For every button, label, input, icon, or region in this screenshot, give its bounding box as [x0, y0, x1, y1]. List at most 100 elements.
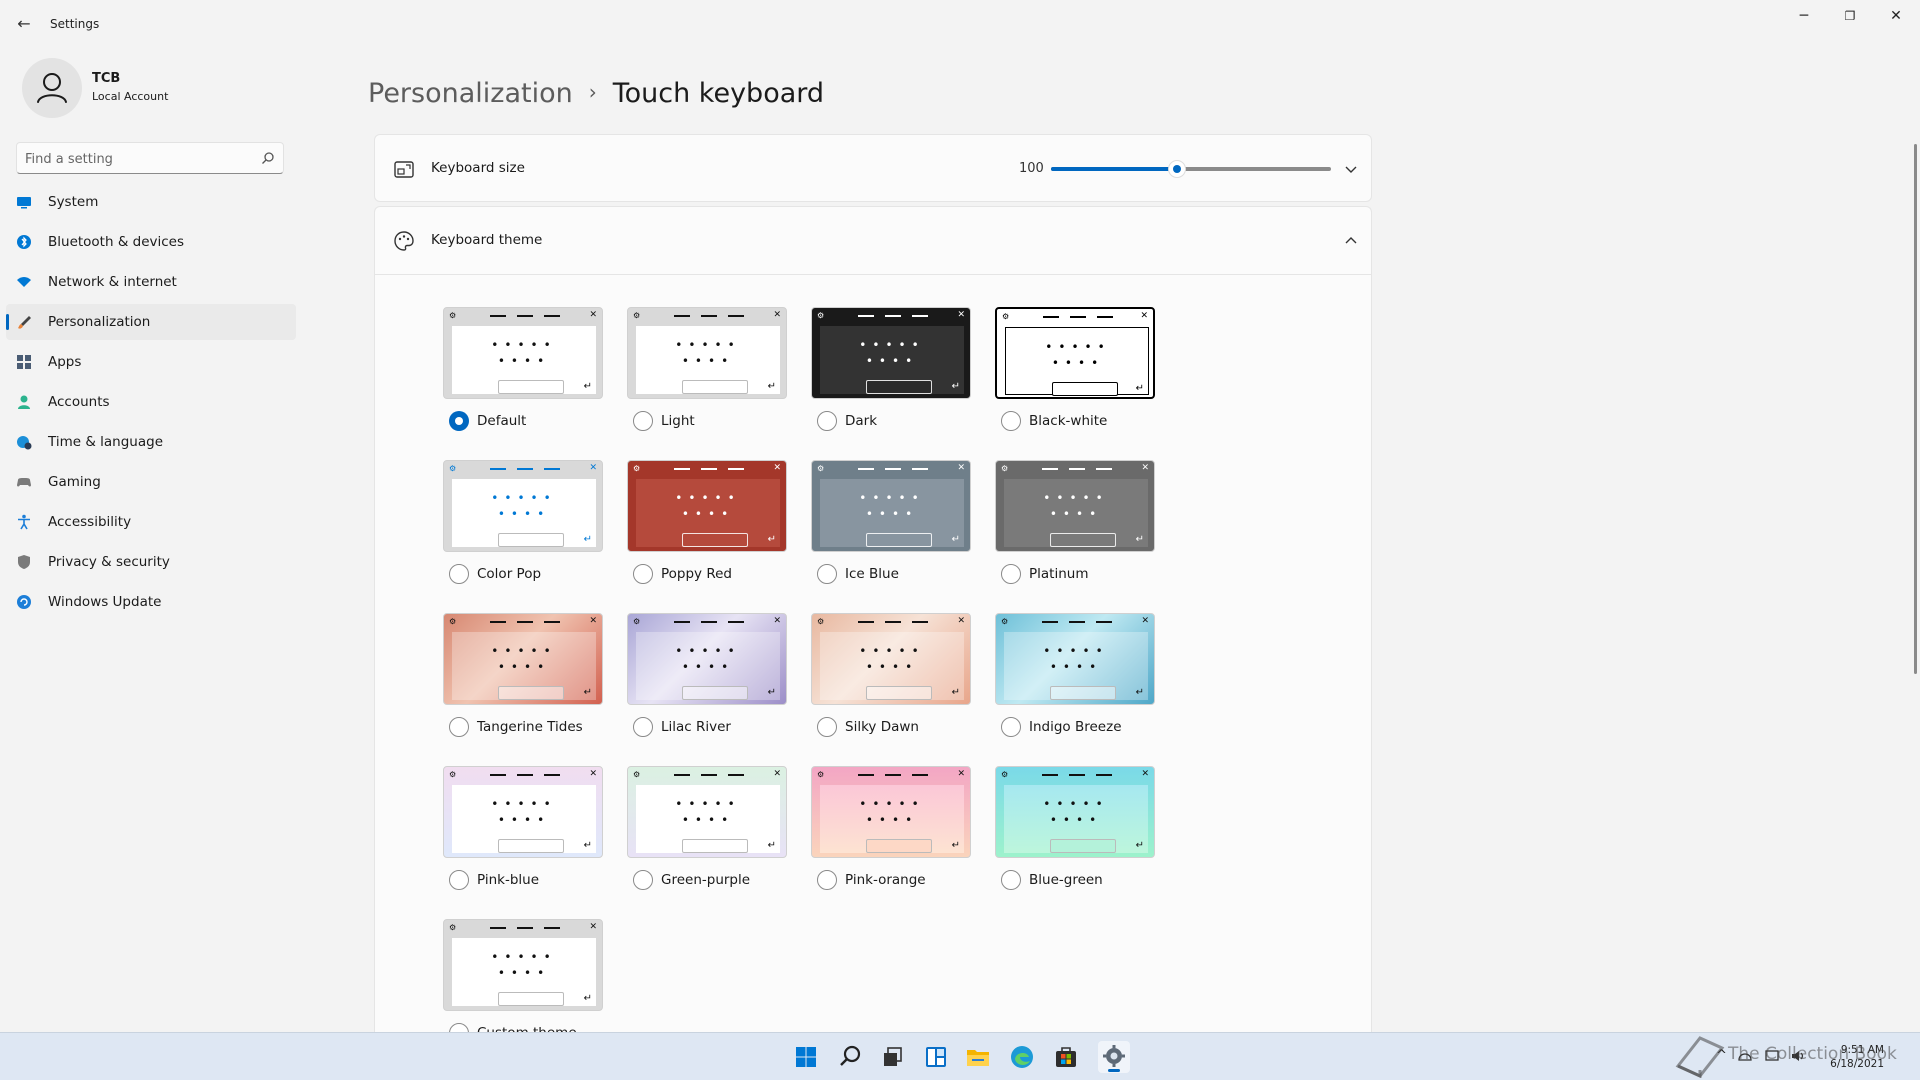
gear-icon: ⚙: [1001, 617, 1009, 626]
theme-radio[interactable]: [449, 411, 469, 431]
scrollbar[interactable]: [1914, 144, 1917, 674]
sidebar-item-privacy-security[interactable]: Privacy & security: [6, 544, 296, 580]
search-icon[interactable]: [261, 151, 275, 165]
slider-thumb[interactable]: [1168, 160, 1186, 178]
keyboard-theme-header[interactable]: Keyboard theme: [375, 207, 1371, 275]
theme-radio[interactable]: [633, 564, 653, 584]
sidebar-item-system[interactable]: System: [6, 184, 296, 220]
user-name: TCB: [92, 71, 121, 86]
theme-default[interactable]: ⚙ ✕ ••••• •••• ↵ Default: [443, 307, 603, 431]
theme-silky-dawn[interactable]: ⚙ ✕ ••••• •••• ↵ Silky Dawn: [811, 613, 971, 737]
close-button[interactable]: ✕: [1876, 6, 1916, 26]
sidebar-item-accounts[interactable]: Accounts: [6, 384, 296, 420]
keyboard-size-card[interactable]: Keyboard size 100: [374, 134, 1372, 202]
theme-radio[interactable]: [1001, 870, 1021, 890]
edge-icon[interactable]: [1006, 1041, 1038, 1073]
theme-radio[interactable]: [1001, 717, 1021, 737]
theme-radio[interactable]: [817, 870, 837, 890]
enter-icon: ↵: [951, 840, 960, 851]
theme-dark[interactable]: ⚙ ✕ ••••• •••• ↵ Dark: [811, 307, 971, 431]
settings-gear-icon[interactable]: [1098, 1041, 1130, 1073]
theme-indigo-breeze[interactable]: ⚙ ✕ ••••• •••• ↵ Indigo Breeze: [995, 613, 1155, 737]
theme-ice-blue[interactable]: ⚙ ✕ ••••• •••• ↵ Ice Blue: [811, 460, 971, 584]
theme-radio[interactable]: [449, 564, 469, 584]
theme-preview[interactable]: ⚙ ✕ ••••• •••• ↵: [811, 307, 971, 399]
theme-preview[interactable]: ⚙ ✕ ••••• •••• ↵: [627, 460, 787, 552]
chevron-up-icon[interactable]: [1343, 233, 1359, 249]
theme-radio[interactable]: [449, 717, 469, 737]
sidebar-item-label: Apps: [48, 354, 82, 370]
enter-icon: ↵: [583, 993, 592, 1004]
close-icon: ✕: [957, 616, 965, 626]
theme-preview[interactable]: ⚙ ✕ ••••• •••• ↵: [995, 613, 1155, 705]
sidebar-item-network-internet[interactable]: Network & internet: [6, 264, 296, 300]
theme-preview[interactable]: ⚙ ✕ ••••• •••• ↵: [995, 307, 1155, 399]
search-icon[interactable]: [834, 1041, 866, 1073]
search-input[interactable]: [25, 149, 245, 169]
theme-preview[interactable]: ⚙ ✕ ••••• •••• ↵: [443, 766, 603, 858]
close-icon: ✕: [1141, 463, 1149, 473]
sidebar-item-bluetooth-devices[interactable]: Bluetooth & devices: [6, 224, 296, 260]
theme-light[interactable]: ⚙ ✕ ••••• •••• ↵ Light: [627, 307, 787, 431]
theme-preview[interactable]: ⚙ ✕ ••••• •••• ↵: [443, 613, 603, 705]
theme-preview[interactable]: ⚙ ✕ ••••• •••• ↵: [627, 613, 787, 705]
theme-preview[interactable]: ⚙ ✕ ••••• •••• ↵: [995, 460, 1155, 552]
theme-lilac-river[interactable]: ⚙ ✕ ••••• •••• ↵ Lilac River: [627, 613, 787, 737]
start-icon[interactable]: [790, 1041, 822, 1073]
preview-dots-top: •••••: [859, 491, 925, 505]
back-arrow-icon[interactable]: ←: [14, 14, 34, 34]
breadcrumb-parent[interactable]: Personalization: [368, 78, 573, 109]
theme-preview[interactable]: ⚙ ✕ ••••• •••• ↵: [443, 919, 603, 1011]
theme-poppy-red[interactable]: ⚙ ✕ ••••• •••• ↵ Poppy Red: [627, 460, 787, 584]
theme-preview[interactable]: ⚙ ✕ ••••• •••• ↵: [443, 460, 603, 552]
theme-preview[interactable]: ⚙ ✕ ••••• •••• ↵: [443, 307, 603, 399]
sidebar-item-personalization[interactable]: Personalization: [6, 304, 296, 340]
theme-custom-theme[interactable]: ⚙✕•••••••••↵Custom theme: [443, 919, 603, 1043]
preview-dots-top: •••••: [859, 797, 925, 811]
theme-color-pop[interactable]: ⚙ ✕ ••••• •••• ↵ Color Pop: [443, 460, 603, 584]
theme-preview[interactable]: ⚙ ✕ ••••• •••• ↵: [811, 460, 971, 552]
sidebar-item-gaming[interactable]: Gaming: [6, 464, 296, 500]
theme-blue-green[interactable]: ⚙ ✕ ••••• •••• ↵ Blue-green: [995, 766, 1155, 890]
sidebar-item-label: Bluetooth & devices: [48, 234, 185, 250]
sidebar-item-apps[interactable]: Apps: [6, 344, 296, 380]
gear-icon: ⚙: [449, 923, 457, 932]
theme-pink-orange[interactable]: ⚙ ✕ ••••• •••• ↵ Pink-orange: [811, 766, 971, 890]
theme-radio[interactable]: [449, 870, 469, 890]
file-explorer-icon[interactable]: [962, 1041, 994, 1073]
theme-radio[interactable]: [1001, 564, 1021, 584]
system-icon: [17, 197, 31, 209]
sidebar-item-label: Network & internet: [48, 274, 177, 290]
theme-black-white[interactable]: ⚙ ✕ ••••• •••• ↵ Black-white: [995, 307, 1155, 431]
sidebar-item-windows-update[interactable]: Windows Update: [6, 584, 296, 620]
minimize-button[interactable]: ─: [1784, 6, 1824, 26]
keyboard-size-slider[interactable]: [1051, 160, 1331, 178]
sidebar-item-time-language[interactable]: Time & language: [6, 424, 296, 460]
theme-tangerine-tides[interactable]: ⚙ ✕ ••••• •••• ↵ Tangerine Tides: [443, 613, 603, 737]
task-view-icon[interactable]: [876, 1041, 908, 1073]
gear-icon: ⚙: [817, 770, 825, 779]
theme-radio[interactable]: [817, 564, 837, 584]
theme-green-purple[interactable]: ⚙ ✕ ••••• •••• ↵ Green-purple: [627, 766, 787, 890]
theme-preview[interactable]: ⚙ ✕ ••••• •••• ↵: [811, 613, 971, 705]
search-box[interactable]: [16, 142, 284, 174]
theme-radio[interactable]: [817, 411, 837, 431]
preview-dots-bottom: ••••: [865, 354, 919, 368]
theme-radio[interactable]: [633, 870, 653, 890]
restore-button[interactable]: ❐: [1830, 6, 1870, 26]
theme-radio[interactable]: [633, 717, 653, 737]
theme-preview[interactable]: ⚙ ✕ ••••• •••• ↵: [995, 766, 1155, 858]
theme-radio[interactable]: [817, 717, 837, 737]
sidebar-item-accessibility[interactable]: Accessibility: [6, 504, 296, 540]
theme-pink-blue[interactable]: ⚙ ✕ ••••• •••• ↵ Pink-blue: [443, 766, 603, 890]
theme-radio[interactable]: [633, 411, 653, 431]
theme-preview[interactable]: ⚙ ✕ ••••• •••• ↵: [627, 307, 787, 399]
theme-label: Dark: [845, 413, 878, 429]
theme-platinum[interactable]: ⚙ ✕ ••••• •••• ↵ Platinum: [995, 460, 1155, 584]
chevron-down-icon[interactable]: [1343, 161, 1359, 177]
store-icon[interactable]: [1050, 1041, 1082, 1073]
theme-preview[interactable]: ⚙ ✕ ••••• •••• ↵: [811, 766, 971, 858]
theme-radio[interactable]: [1001, 411, 1021, 431]
widgets-icon[interactable]: [920, 1041, 952, 1073]
theme-preview[interactable]: ⚙ ✕ ••••• •••• ↵: [627, 766, 787, 858]
